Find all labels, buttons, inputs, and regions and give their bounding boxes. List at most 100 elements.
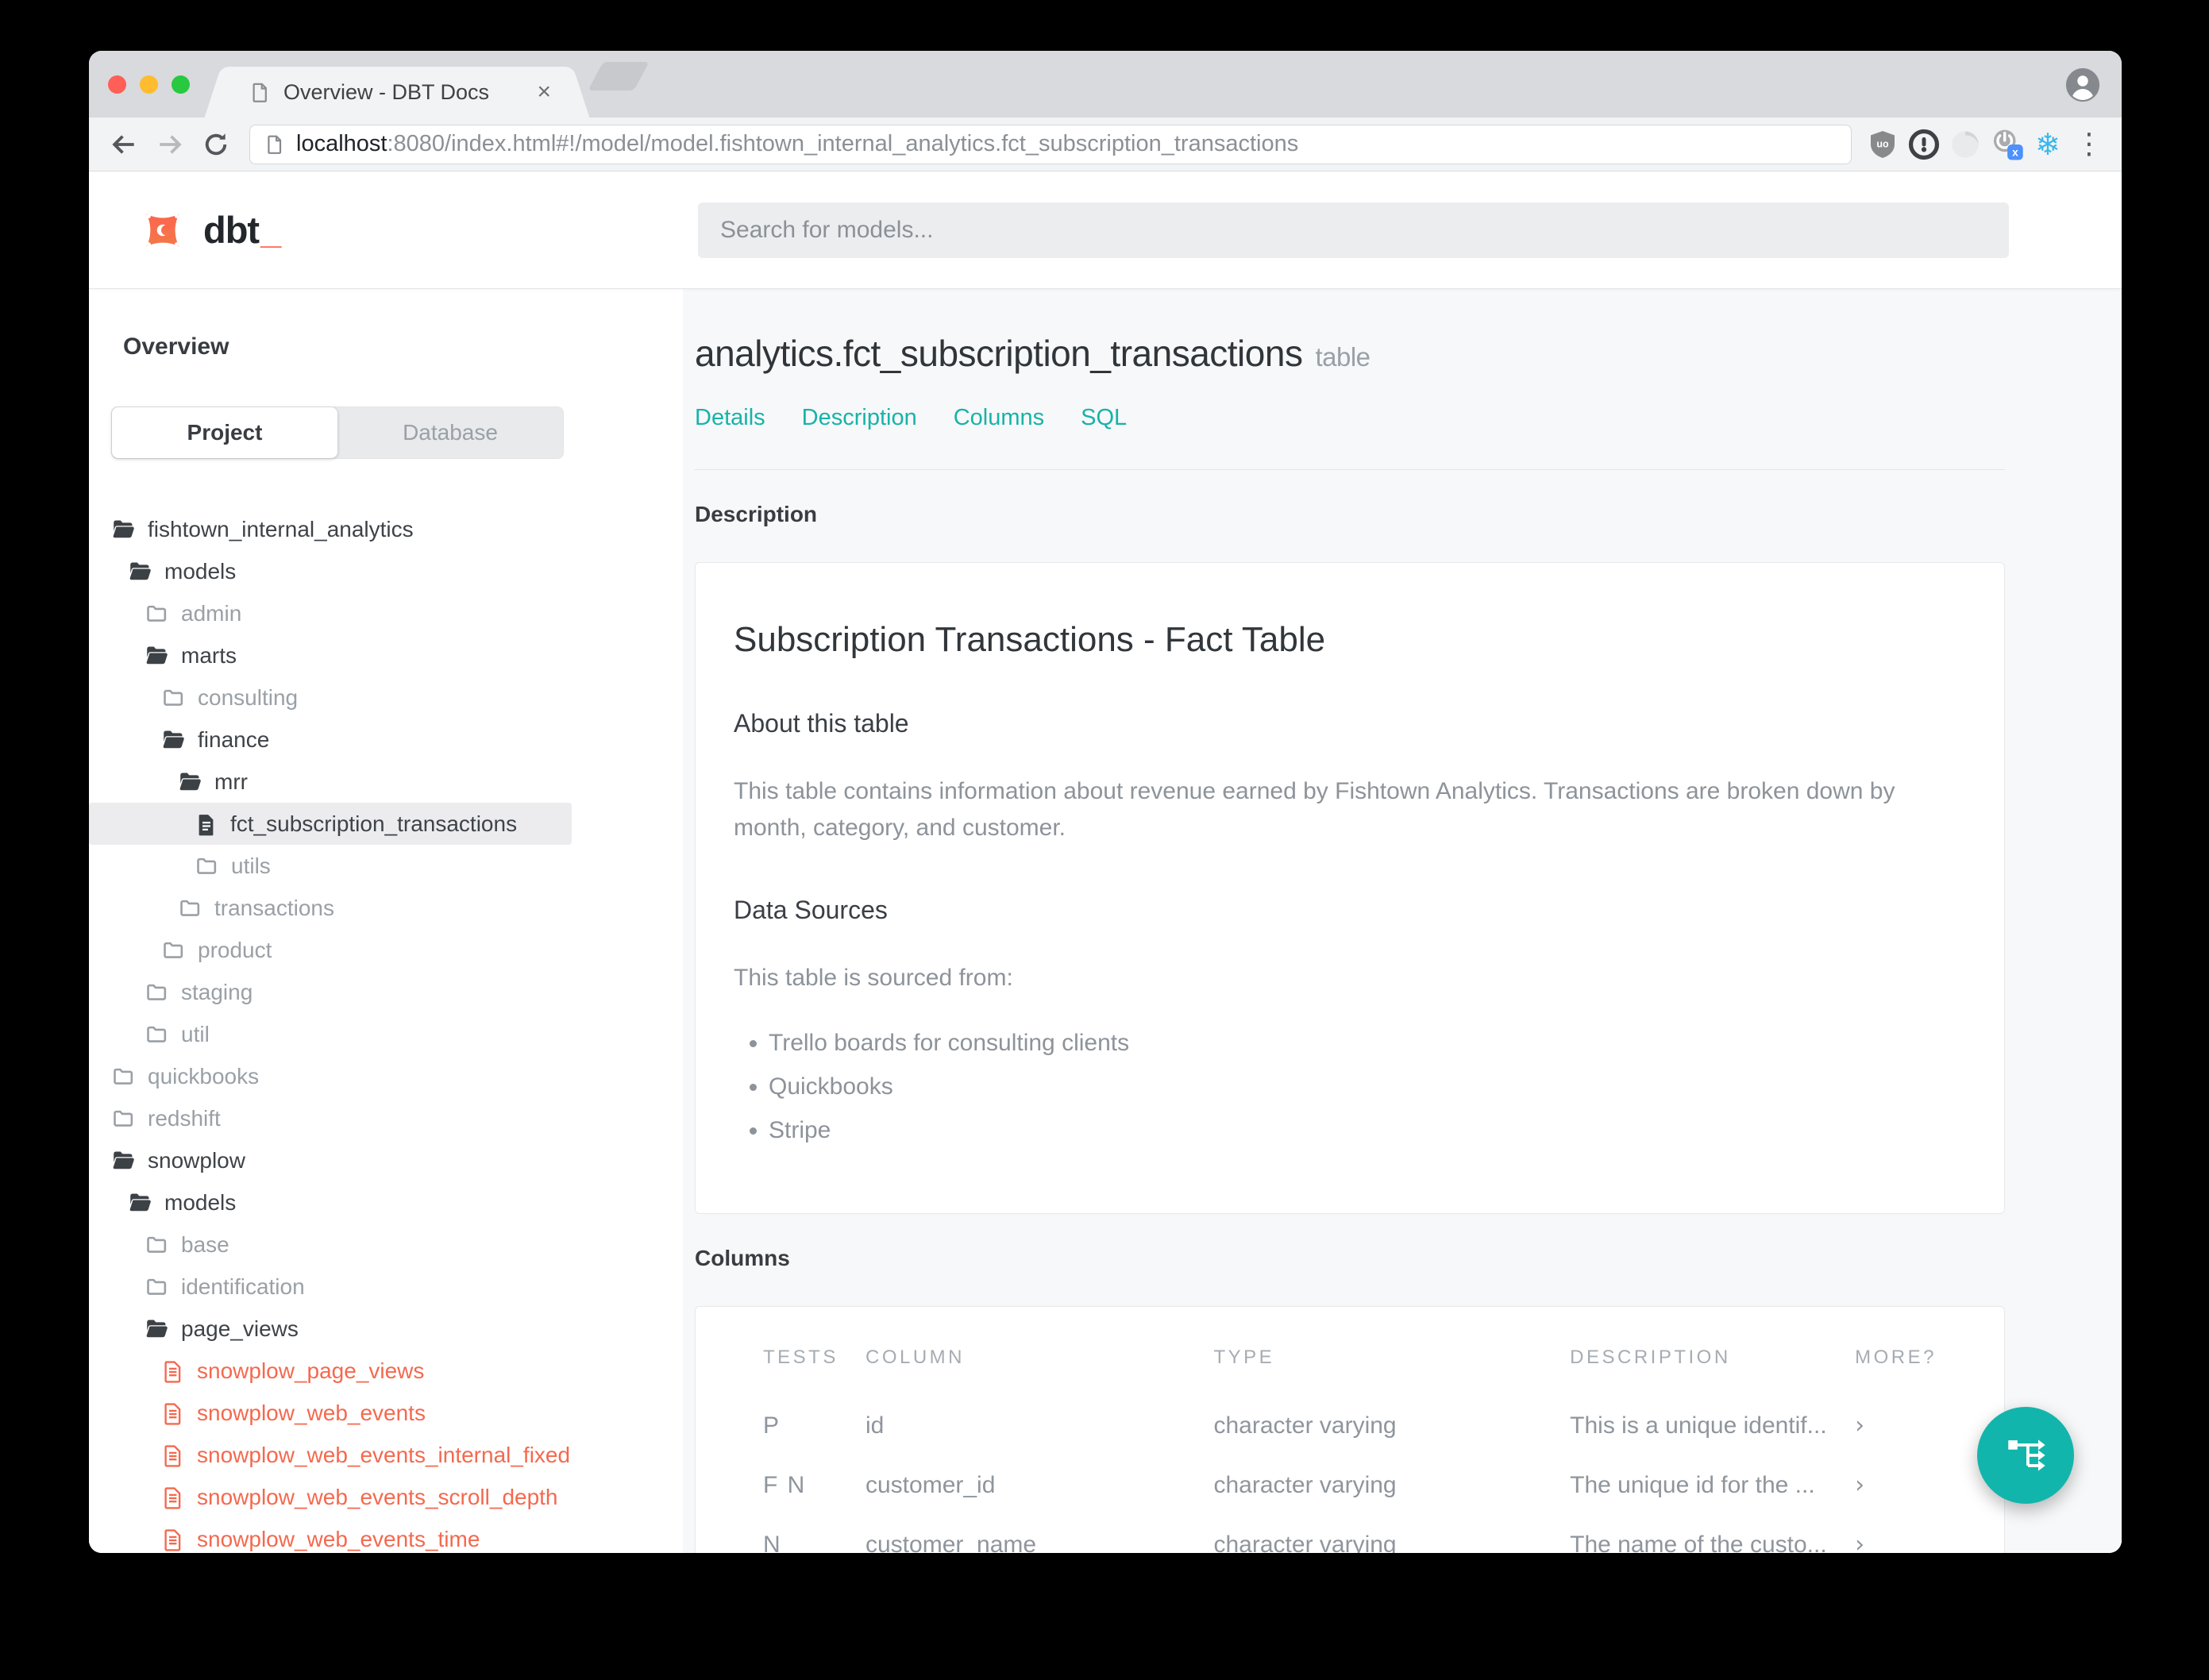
cell-column: id [865, 1412, 885, 1439]
tree-item-snowplow_web_events_internal_fixed[interactable]: snowplow_web_events_internal_fixed [89, 1434, 572, 1476]
tree-item-models[interactable]: models [89, 550, 572, 592]
grey-circle-extension-icon[interactable] [1947, 126, 1983, 163]
tree-item-snowplow_web_events[interactable]: snowplow_web_events [89, 1392, 572, 1434]
tree-item-snowplow_web_events_scroll_depth[interactable]: snowplow_web_events_scroll_depth [89, 1476, 572, 1518]
folder-icon [145, 980, 169, 1004]
model-nav: Details Description Columns SQL [695, 405, 2122, 431]
description-section-heading: Description [695, 502, 818, 526]
table-row: Pid character varying This is a unique ide… [763, 1396, 1937, 1455]
folder-icon [161, 938, 186, 962]
tree-item-marts[interactable]: marts [89, 634, 572, 676]
dbt-logo[interactable]: dbt_ [137, 204, 281, 256]
tree-item-label: identification [181, 1273, 305, 1299]
reload-icon[interactable] [195, 124, 237, 165]
browser-window: Overview - DBT Docs × localhost:8080/ind… [89, 51, 2122, 1553]
profile-avatar-icon[interactable] [2064, 67, 2101, 107]
tree-item-models[interactable]: models [89, 1181, 572, 1223]
cell-tests: N [763, 1531, 782, 1554]
tree-item-label: utils [231, 853, 271, 878]
column-header-type: TYPE [1213, 1347, 1275, 1368]
cell-column: customer_name [865, 1531, 1037, 1554]
browser-toolbar: localhost:8080/index.html#!/model/model.… [89, 118, 2122, 171]
tree-item-mrr[interactable]: mrr [89, 761, 572, 803]
tree-item-label: snowplow_web_events [197, 1400, 426, 1425]
snowflake-extension-icon[interactable]: ❄ [2030, 126, 2066, 163]
sources-intro: This table is sourced from: [734, 965, 1013, 991]
cell-description: The name of the custo... [1570, 1531, 1827, 1554]
tree-item-snowplow[interactable]: snowplow [89, 1139, 572, 1181]
tree-item-admin[interactable]: admin [89, 592, 572, 634]
tree-item-label: fishtown_internal_analytics [148, 516, 414, 541]
tree-item-util[interactable]: util [89, 1013, 572, 1055]
card-title: Subscription Transactions - Fact Table [734, 620, 1326, 659]
tree-item-label: finance [198, 726, 270, 752]
tab-columns[interactable]: Columns [954, 405, 1044, 431]
tab-sql[interactable]: SQL [1081, 405, 1127, 431]
minimize-window-button[interactable] [140, 75, 158, 94]
page-icon [249, 82, 271, 103]
expand-row-chevron-icon[interactable]: › [1855, 1396, 1937, 1455]
tree-item-quickbooks[interactable]: quickbooks [89, 1055, 572, 1097]
tree-item-snowplow_page_views[interactable]: snowplow_page_views [89, 1350, 572, 1392]
tree-item-redshift[interactable]: redshift [89, 1097, 572, 1139]
tab-project[interactable]: Project [112, 407, 337, 458]
tree-item-label: staging [181, 979, 253, 1004]
search-input[interactable] [698, 202, 2009, 258]
expand-row-chevron-icon[interactable]: › [1855, 1455, 1937, 1515]
tree-item-label: snowplow_web_events_time [197, 1526, 480, 1551]
folder-open-icon [145, 1316, 169, 1341]
tree-item-consulting[interactable]: consulting [89, 676, 572, 719]
tree-item-utils[interactable]: utils [89, 845, 572, 887]
tree-item-staging[interactable]: staging [89, 971, 572, 1013]
file-icon [161, 1359, 185, 1383]
tree-item-fishtown_internal_analytics[interactable]: fishtown_internal_analytics [89, 508, 572, 550]
tree-item-label: redshift [148, 1105, 221, 1131]
tree-item-identification[interactable]: identification [89, 1266, 572, 1308]
tree-item-snowplow_web_events_time[interactable]: snowplow_web_events_time [89, 1518, 572, 1553]
back-arrow-icon[interactable] [103, 124, 145, 165]
tab-database[interactable]: Database [337, 407, 563, 458]
overview-link[interactable]: Overview [123, 333, 683, 360]
svg-text:x: x [2012, 146, 2018, 158]
expand-row-chevron-icon[interactable]: › [1855, 1515, 1937, 1553]
tree-item-label: snowplow_page_views [197, 1358, 425, 1383]
tab-close-icon[interactable]: × [537, 80, 551, 104]
close-window-button[interactable] [108, 75, 126, 94]
folder-icon [111, 1106, 136, 1131]
main-content: analytics.fct_subscription_transactions t… [683, 289, 2122, 1553]
url-bar[interactable]: localhost:8080/index.html#!/model/model.… [249, 124, 1852, 164]
tree-item-product[interactable]: product [89, 929, 572, 971]
tree-item-label: snowplow_web_events_internal_fixed [197, 1442, 571, 1467]
tree-item-transactions[interactable]: transactions [89, 887, 572, 929]
tree-item-label: transactions [214, 895, 334, 920]
tab-details[interactable]: Details [695, 405, 765, 431]
file-icon [161, 1443, 185, 1467]
power-x-extension-icon[interactable]: x [1988, 126, 2025, 163]
screenshot-stage: Overview - DBT Docs × localhost:8080/ind… [0, 0, 2209, 1680]
tree-item-base[interactable]: base [89, 1223, 572, 1266]
file-icon [195, 812, 218, 836]
kebab-menu-icon[interactable]: ⋮ [2071, 126, 2107, 163]
ublock-shield-icon[interactable]: uo [1864, 126, 1901, 163]
table-row: Ncustomer_name character varying The name … [763, 1515, 1937, 1553]
folder-icon [145, 1232, 169, 1257]
tab-description[interactable]: Description [802, 405, 917, 431]
onepassword-icon[interactable] [1906, 126, 1942, 163]
tab-strip: Overview - DBT Docs × [89, 51, 2122, 118]
svg-text:uo: uo [1876, 138, 1889, 149]
tree-item-label: consulting [198, 684, 299, 710]
lineage-graph-button[interactable] [1977, 1407, 2074, 1504]
tree-item-fct_subscription_transactions[interactable]: fct_subscription_transactions [89, 803, 572, 845]
columns-section-heading: Columns [695, 1246, 790, 1270]
forward-arrow-icon[interactable] [149, 124, 191, 165]
folder-open-icon [178, 769, 202, 794]
browser-tab[interactable]: Overview - DBT Docs × [222, 67, 572, 118]
app-body: Overview Project Database fishtown_inter… [89, 289, 2122, 1553]
tree-item-page_views[interactable]: page_views [89, 1308, 572, 1350]
tree-item-label: product [198, 937, 272, 962]
zoom-window-button[interactable] [172, 75, 190, 94]
tree-item-label: models [164, 1189, 237, 1215]
tree-item-finance[interactable]: finance [89, 719, 572, 761]
new-tab-button[interactable] [588, 62, 650, 91]
folder-open-icon [161, 727, 186, 752]
